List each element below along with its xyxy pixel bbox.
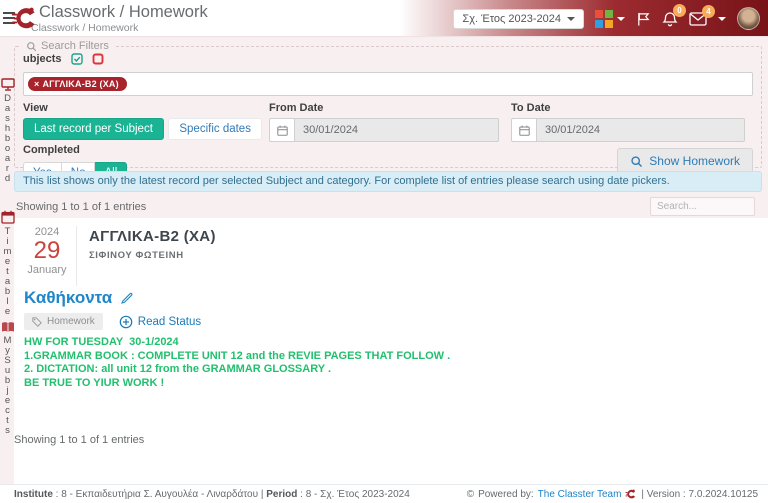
chevron-down-icon	[718, 16, 726, 21]
view-column: View Last record per Subject Specific da…	[23, 102, 262, 140]
showing-entries-top: Showing 1 to 1 of 1 entries	[16, 201, 147, 213]
entry-month: January	[27, 264, 67, 276]
entry-date: 2024 29 January	[24, 226, 70, 276]
sidebar-item-dashboard[interactable]: Dashboard	[0, 78, 15, 184]
view-label: View	[23, 102, 48, 114]
subjects-label: ubjects	[23, 53, 62, 65]
search-icon	[631, 155, 643, 167]
book-icon	[1, 322, 14, 332]
homework-content: HW FOR TUESDAY 30-1/2024 1.GRAMMAR BOOK …	[24, 336, 450, 390]
classter-logo[interactable]	[11, 4, 39, 37]
calendar-icon	[0, 210, 15, 224]
page-title: Classwork / Homework	[39, 3, 208, 21]
entry-subject: ΑΓΓΛΙΚΑ-Β2 (ΧΑ)	[89, 228, 216, 245]
search-icon	[27, 41, 37, 51]
homework-line: 1.GRAMMAR BOOK : COMPLETE UNIT 12 and th…	[24, 349, 451, 362]
user-avatar[interactable]	[737, 7, 760, 30]
footer-institute: Institute : 8 - Εκπαιδευτήρια Σ. Αυγουλέ…	[14, 488, 410, 500]
notifications-badge: 0	[673, 3, 686, 17]
remove-tag-icon[interactable]: ×	[34, 79, 39, 89]
info-alert: This list shows only the latest record p…	[14, 171, 762, 192]
from-date-input[interactable]	[295, 118, 499, 142]
subjects-multiselect[interactable]: × ΑΓΓΛΙΚΑ-Β2 (ΧΑ)	[23, 72, 753, 96]
entry-day: 29	[33, 237, 61, 264]
apps-grid-icon[interactable]	[595, 9, 625, 28]
copyright-icon: ©	[466, 488, 475, 500]
classter-logo-small	[625, 489, 636, 499]
monitor-icon	[0, 78, 15, 91]
completed-label: Completed	[23, 144, 80, 156]
subject-tag[interactable]: × ΑΓΓΛΙΚΑ-Β2 (ΧΑ)	[28, 77, 127, 91]
homework-entry-card: 2024 29 January ΑΓΓΛΙΚΑ-Β2 (ΧΑ) ΣΙΦΙΝΟΥ …	[14, 218, 768, 484]
plus-circle-icon	[119, 315, 133, 328]
select-all-icon[interactable]	[70, 53, 83, 65]
messages-badge: 4	[702, 4, 715, 18]
sidebar-item-timetable[interactable]: Timetable	[0, 210, 15, 317]
version-text: | Version : 7.0.2024.10125	[641, 488, 758, 500]
calendar-icon[interactable]	[511, 118, 537, 142]
view-specific-dates-button[interactable]: Specific dates	[168, 118, 262, 140]
to-date-input[interactable]	[537, 118, 745, 142]
read-status-button[interactable]: Read Status	[119, 315, 201, 329]
sidebar-label-my-subjects: MySubjects	[3, 335, 12, 436]
edit-pencil-icon[interactable]	[121, 292, 133, 304]
powered-by-text: Powered by:	[478, 488, 534, 500]
view-last-record-button[interactable]: Last record per Subject	[23, 118, 164, 140]
sidebar-label-dashboard: Dashboard	[4, 93, 11, 184]
entry-teacher: ΣΙΦΙΝΟΥ ΦΩΤΕΙΝΗ	[89, 250, 184, 261]
sidebar: Dashboard Timetable MySubjects	[0, 37, 15, 484]
homework-line: 2. DICTATION: all unit 12 from the GRAMM…	[24, 363, 331, 375]
classter-team-link[interactable]: The Classter Team	[538, 489, 622, 500]
bell-icon[interactable]: 0	[662, 3, 686, 27]
footer: Institute : 8 - Εκπαιδευτήρια Σ. Αυγουλέ…	[0, 484, 768, 503]
chevron-down-icon	[617, 16, 625, 21]
sidebar-item-my-subjects[interactable]: MySubjects	[0, 321, 15, 436]
clear-selection-icon[interactable]	[92, 53, 104, 65]
calendar-icon[interactable]	[269, 118, 295, 142]
search-input[interactable]	[650, 197, 755, 216]
homework-type-chip: Homework	[24, 313, 103, 330]
to-date-column: To Date	[511, 102, 745, 142]
divider	[76, 226, 77, 286]
from-date-column: From Date	[269, 102, 499, 142]
tag-icon	[32, 316, 42, 327]
chevron-down-icon	[567, 16, 575, 21]
search-filters-panel: Search Filters ubjects × ΑΓΓΛΙΚΑ-Β2 (ΧΑ)	[14, 40, 762, 184]
entry-category: Καθήκοντα	[24, 288, 113, 307]
classter-app: Classwork / Homework Classwork / Homewor…	[0, 0, 768, 503]
showing-entries-bottom: Showing 1 to 1 of 1 entries	[14, 434, 145, 446]
header-actions: Σχ. Έτος 2023-2024 0 4	[453, 0, 760, 37]
homework-line: HW FOR TUESDAY 30-1/2024	[24, 336, 179, 348]
envelope-icon[interactable]: 4	[689, 4, 715, 26]
from-date-label: From Date	[269, 102, 324, 114]
flag-icon[interactable]	[636, 11, 651, 27]
top-header: Classwork / Homework Classwork / Homewor…	[0, 0, 768, 37]
homework-line: BE TRUE TO YIUR WORK !	[24, 376, 165, 389]
breadcrumb: Classwork / Homework	[31, 22, 139, 34]
to-date-label: To Date	[511, 102, 551, 114]
search-filters-legend: Search Filters	[21, 40, 114, 52]
school-year-selector[interactable]: Σχ. Έτος 2023-2024	[453, 8, 584, 29]
sidebar-label-timetable: Timetable	[3, 226, 12, 317]
